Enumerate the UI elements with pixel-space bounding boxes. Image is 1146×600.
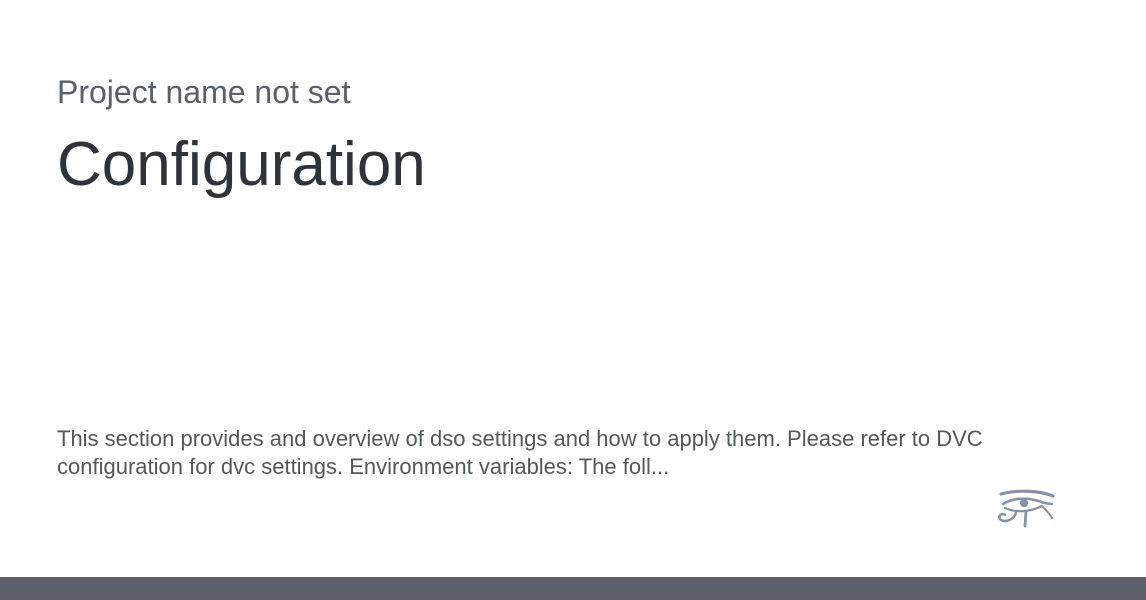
project-name: Project name not set xyxy=(57,74,351,110)
page-title: Configuration xyxy=(57,130,426,199)
eye-of-horus-icon xyxy=(996,488,1056,532)
page-description: This section provides and overview of ds… xyxy=(57,426,983,479)
footer-bar xyxy=(0,577,1146,600)
preview-card: Project name not set Configuration This … xyxy=(0,0,1146,577)
